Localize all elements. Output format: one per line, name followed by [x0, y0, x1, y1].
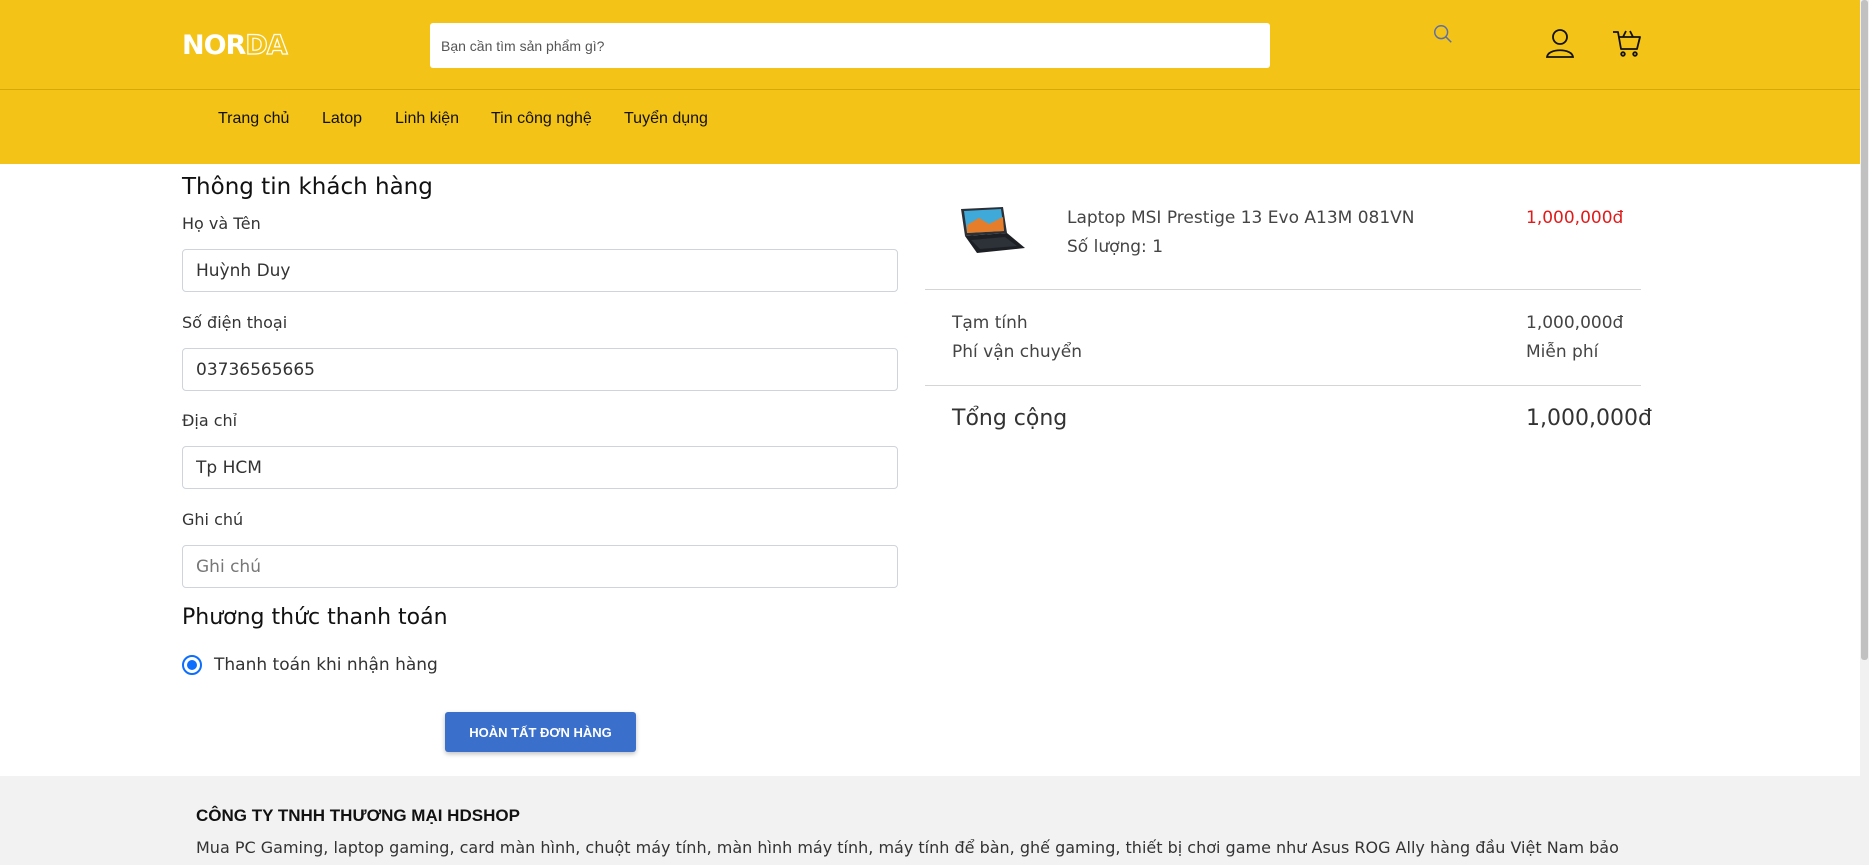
search-bar	[430, 23, 1452, 68]
total-label: Tổng cộng	[952, 406, 1068, 431]
name-label: Họ và Tên	[182, 214, 261, 233]
shipping-label: Phí vận chuyển	[952, 342, 1082, 362]
cart-icon[interactable]	[1610, 26, 1644, 60]
summary-divider-bottom	[925, 385, 1641, 386]
scrollbar-thumb[interactable]	[1861, 0, 1868, 660]
payment-radio[interactable]	[182, 655, 202, 675]
summary-divider-top	[925, 289, 1641, 290]
name-field[interactable]	[182, 249, 898, 292]
product-quantity: Số lượng: 1	[1067, 237, 1164, 257]
nav-item-home[interactable]: Trang chủ	[218, 109, 289, 129]
address-field[interactable]	[182, 446, 898, 489]
payment-method-title: Phương thức thanh toán	[182, 605, 448, 630]
phone-label: Số điện thoại	[182, 313, 288, 332]
shipping-value: Miễn phí	[1526, 342, 1599, 362]
top-header: NORDA	[0, 0, 1860, 90]
user-icon[interactable]	[1543, 26, 1577, 60]
nav-item-laptop[interactable]: Latop	[322, 109, 362, 129]
phone-field[interactable]	[182, 348, 898, 391]
address-label: Địa chỉ	[182, 411, 238, 430]
footer: CÔNG TY TNHH THƯƠNG MẠI HDSHOP Mua PC Ga…	[0, 776, 1860, 865]
logo-text-outline: DA	[245, 30, 289, 61]
logo[interactable]: NORDA	[182, 30, 289, 61]
product-name[interactable]: Laptop MSI Prestige 13 Evo A13M 081VN	[1067, 207, 1415, 229]
customer-info-title: Thông tin khách hàng	[182, 174, 433, 200]
subtotal-value: 1,000,000đ	[1526, 313, 1624, 333]
nav-item-components[interactable]: Linh kiện	[395, 109, 459, 129]
logo-text-solid: NOR	[182, 30, 246, 61]
subtotal-label: Tạm tính	[952, 313, 1028, 333]
note-field[interactable]	[182, 545, 898, 588]
nav-item-tech-news[interactable]: Tin công nghệ	[491, 109, 592, 129]
footer-company-name: CÔNG TY TNHH THƯƠNG MẠI HDSHOP	[196, 806, 520, 825]
search-input[interactable]	[430, 23, 1220, 68]
payment-option-cod[interactable]: Thanh toán khi nhận hàng	[182, 653, 438, 677]
product-thumbnail	[961, 207, 1025, 253]
main-nav: Trang chủ Latop Linh kiện Tin công nghệ …	[0, 90, 1860, 164]
search-icon[interactable]	[1432, 23, 1454, 45]
complete-order-button[interactable]: HOÀN TẤT ĐƠN HÀNG	[445, 712, 636, 752]
nav-item-careers[interactable]: Tuyển dụng	[624, 109, 708, 129]
total-value: 1,000,000đ	[1526, 406, 1652, 431]
footer-description: Mua PC Gaming, laptop gaming, card màn h…	[196, 838, 1619, 857]
note-label: Ghi chú	[182, 510, 244, 529]
product-price: 1,000,000đ	[1526, 208, 1624, 228]
payment-option-label: Thanh toán khi nhận hàng	[214, 655, 438, 675]
